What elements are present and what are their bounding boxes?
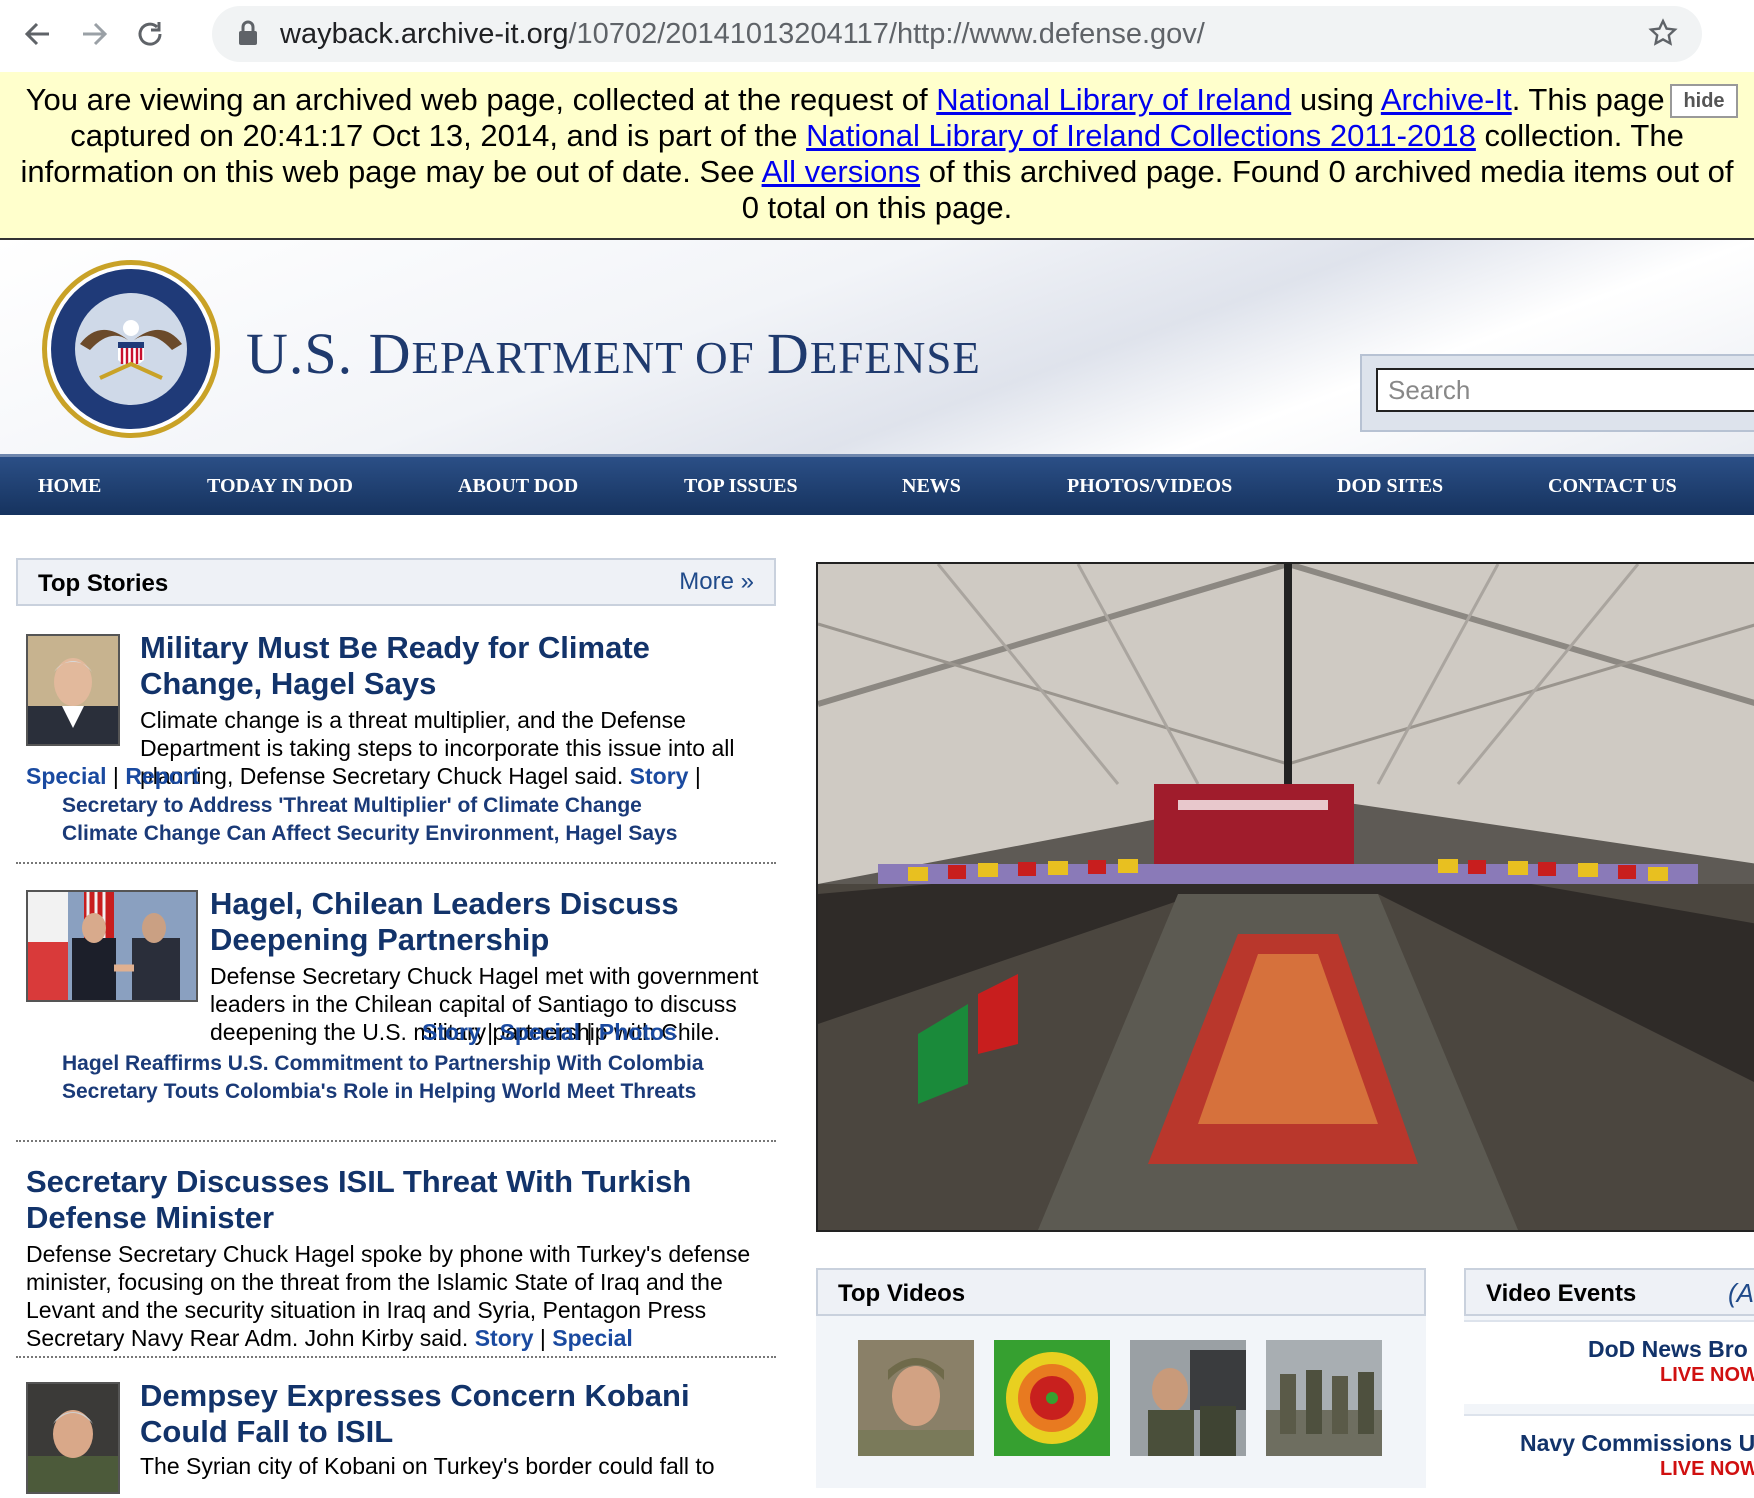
site-title[interactable]: U.S. DEPARTMENT OF DEFENSE: [246, 320, 981, 387]
photos-link[interactable]: Photos: [599, 1019, 677, 1045]
nav-home[interactable]: HOME: [38, 475, 101, 498]
story-thumbnail[interactable]: [26, 634, 120, 746]
nav-top-issues[interactable]: TOP ISSUES: [684, 475, 798, 498]
video-events-panel: Video Events (A DoD News Bro LIVE NOW Na…: [1464, 1268, 1754, 1498]
top-videos-title: Top Videos: [838, 1280, 966, 1307]
video-event-name: DoD News Bro: [1588, 1336, 1748, 1362]
video-thumbnail[interactable]: [1130, 1340, 1246, 1456]
video-thumbnail[interactable]: [858, 1340, 974, 1456]
forward-button[interactable]: [74, 14, 114, 54]
story-headline[interactable]: Military Must Be Ready for Climate Chang…: [140, 630, 770, 702]
related-link[interactable]: Secretary to Address 'Threat Multiplier'…: [26, 792, 677, 820]
story-headline[interactable]: Dempsey Expresses Concern Kobani Could F…: [140, 1378, 770, 1450]
story-summary: Defense Secretary Chuck Hagel spoke by p…: [26, 1241, 751, 1351]
story-item: Military Must Be Ready for Climate Chang…: [16, 606, 776, 864]
video-thumbnail[interactable]: [1266, 1340, 1382, 1456]
reload-icon: [138, 22, 162, 46]
related-link[interactable]: Hagel Reaffirms U.S. Commitment to Partn…: [26, 1050, 704, 1078]
all-versions-link[interactable]: All versions: [762, 154, 921, 189]
site-header: U.S. DEPARTMENT OF DEFENSE Search: [0, 240, 1754, 454]
portrait-image: [28, 1384, 118, 1492]
story-links: Story | Special | Photos: [422, 1019, 677, 1045]
portrait-image: [28, 636, 118, 744]
nav-today-in-dod[interactable]: TODAY IN DOD: [207, 475, 353, 498]
url-text: wayback.archive-it.org/10702/20141013204…: [280, 18, 1205, 50]
search-box: Search: [1360, 354, 1754, 432]
video-event-name: Navy Commissions U: [1520, 1430, 1754, 1456]
nav-about-dod[interactable]: ABOUT DOD: [458, 475, 578, 498]
top-videos-header: Top Videos: [816, 1268, 1426, 1316]
related-links: Secretary to Address 'Threat Multiplier'…: [26, 792, 677, 848]
story-link[interactable]: Story: [630, 763, 689, 789]
story-summary-text: Defense Secretary Chuck Hagel spoke by p…: [26, 1241, 751, 1351]
nav-contact-us[interactable]: CONTACT US: [1548, 475, 1677, 498]
story-thumbnail[interactable]: [26, 890, 198, 1002]
conference-hall-photo: [818, 564, 1754, 1230]
story-summary: Climate change is a threat multiplier, a…: [140, 707, 735, 789]
collection-link[interactable]: National Library of Ireland Collections …: [806, 118, 1476, 153]
hide-banner-button[interactable]: hide: [1670, 84, 1738, 118]
live-status-badge: LIVE NOW: [1660, 1458, 1754, 1480]
story-headline[interactable]: Secretary Discusses ISIL Threat With Tur…: [26, 1164, 766, 1236]
banner-text: using: [1291, 82, 1381, 117]
more-stories-link[interactable]: More »: [679, 568, 754, 596]
top-stories-header: Top Stories More »: [16, 558, 776, 606]
bookmark-star-icon[interactable]: [1648, 18, 1678, 48]
nav-dod-sites[interactable]: DOD SITES: [1337, 475, 1443, 498]
related-link[interactable]: Climate Change Can Affect Security Envir…: [26, 820, 677, 848]
back-button[interactable]: [18, 14, 58, 54]
search-input[interactable]: Search: [1376, 368, 1754, 412]
video-event-item[interactable]: Navy Commissions U LIVE NOW: [1464, 1414, 1754, 1498]
video-event-item[interactable]: DoD News Bro LIVE NOW: [1464, 1320, 1754, 1404]
top-videos-panel: Top Videos: [816, 1268, 1426, 1488]
story-summary: The Syrian city of Kobani on Turkey's bo…: [140, 1453, 715, 1479]
reload-button[interactable]: [130, 14, 170, 54]
story-headline[interactable]: Hagel, Chilean Leaders Discuss Deepening…: [210, 886, 770, 958]
related-link[interactable]: Secretary Touts Colombia's Role in Helpi…: [26, 1078, 704, 1106]
archive-banner: You are viewing an archived web page, co…: [0, 72, 1754, 240]
special-link[interactable]: Special: [26, 763, 107, 789]
archive-it-link[interactable]: Archive-It: [1381, 82, 1512, 117]
troops-video-image: [1266, 1340, 1382, 1456]
top-stories-panel: Top Stories More » Military Must Be Read…: [16, 558, 776, 1494]
story-link[interactable]: Story: [422, 1019, 481, 1045]
hurricane-video-image: [994, 1340, 1110, 1456]
live-status-badge: LIVE NOW: [1660, 1364, 1754, 1386]
handshake-photo: [28, 892, 196, 1000]
browser-toolbar: wayback.archive-it.org/10702/20141013204…: [0, 0, 1754, 73]
video-events-extra-link[interactable]: (A: [1728, 1278, 1754, 1309]
story-item: Dempsey Expresses Concern Kobani Could F…: [16, 1358, 776, 1494]
video-events-title: Video Events: [1486, 1280, 1637, 1307]
video-events-header: Video Events (A: [1464, 1268, 1754, 1316]
banner-text: You are viewing an archived web page, co…: [25, 82, 937, 117]
back-arrow-icon: [24, 22, 49, 46]
address-bar[interactable]: wayback.archive-it.org/10702/20141013204…: [212, 6, 1702, 62]
story-item: Hagel, Chilean Leaders Discuss Deepening…: [16, 864, 776, 1142]
nav-news[interactable]: NEWS: [902, 475, 961, 498]
dod-seal-logo[interactable]: [40, 258, 222, 440]
nav-photos-videos[interactable]: PHOTOS/VIDEOS: [1067, 475, 1232, 498]
report-link[interactable]: Report: [125, 763, 199, 789]
forward-arrow-icon: [83, 22, 108, 46]
archive-notice: You are viewing an archived web page, co…: [0, 72, 1754, 226]
special-link[interactable]: Special: [500, 1019, 581, 1045]
story-links: Special | Report: [26, 763, 200, 789]
featured-photo[interactable]: [816, 562, 1754, 1232]
national-library-link[interactable]: National Library of Ireland: [936, 82, 1291, 117]
main-nav: HOME TODAY IN DOD ABOUT DOD TOP ISSUES N…: [0, 454, 1754, 515]
story-thumbnail[interactable]: [26, 1382, 120, 1494]
lock-icon: [239, 20, 257, 45]
soldier-video-image: [858, 1340, 974, 1456]
story-link[interactable]: Story: [475, 1325, 534, 1351]
special-link[interactable]: Special: [552, 1325, 633, 1351]
story-item: Secretary Discusses ISIL Threat With Tur…: [16, 1142, 776, 1358]
top-stories-title: Top Stories: [38, 570, 169, 597]
video-thumbnail[interactable]: [994, 1340, 1110, 1456]
related-links: Hagel Reaffirms U.S. Commitment to Partn…: [26, 1050, 704, 1106]
pilot-video-image: [1130, 1340, 1246, 1456]
